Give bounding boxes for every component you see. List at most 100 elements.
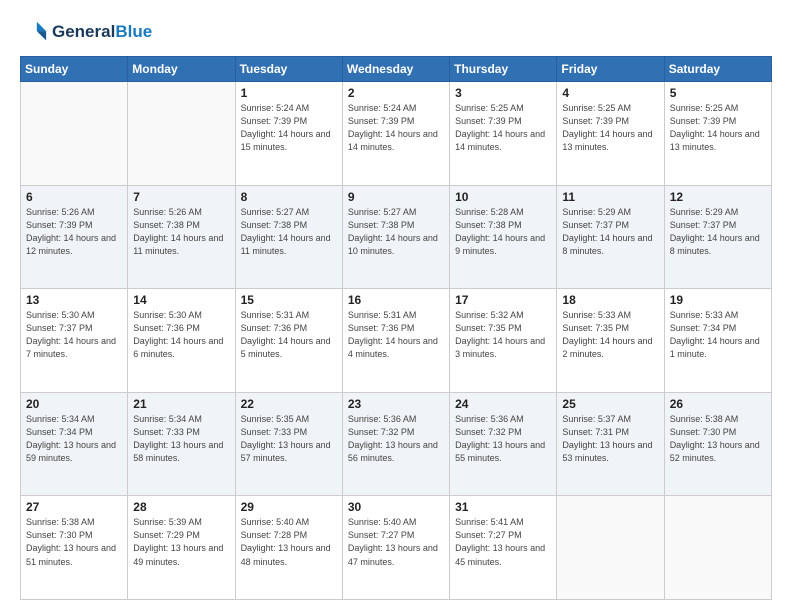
calendar-week-row: 20Sunrise: 5:34 AM Sunset: 7:34 PM Dayli…: [21, 392, 772, 496]
day-number: 9: [348, 190, 445, 204]
day-number: 4: [562, 86, 659, 100]
calendar-cell: 23Sunrise: 5:36 AM Sunset: 7:32 PM Dayli…: [342, 392, 449, 496]
page: GeneralBlue SundayMondayTuesdayWednesday…: [0, 0, 792, 612]
day-info: Sunrise: 5:25 AM Sunset: 7:39 PM Dayligh…: [562, 102, 659, 154]
calendar-cell: 11Sunrise: 5:29 AM Sunset: 7:37 PM Dayli…: [557, 185, 664, 289]
day-number: 8: [241, 190, 338, 204]
logo: GeneralBlue: [20, 18, 152, 46]
calendar-cell: 13 Sunrise: 5:30 AM Sunset: 7:37 PM Dayli…: [21, 289, 128, 393]
calendar-header-tuesday: Tuesday: [235, 57, 342, 82]
calendar-cell: 31Sunrise: 5:41 AM Sunset: 7:27 PM Dayli…: [450, 496, 557, 600]
day-info: Sunrise: 5:31 AM Sunset: 7:36 PM Dayligh…: [348, 309, 445, 361]
day-number: 2: [348, 86, 445, 100]
day-number: 17: [455, 293, 552, 307]
calendar-cell: 25Sunrise: 5:37 AM Sunset: 7:31 PM Dayli…: [557, 392, 664, 496]
calendar-cell: [21, 82, 128, 186]
day-number: 21: [133, 397, 230, 411]
calendar-cell: 5 Sunrise: 5:25 AM Sunset: 7:39 PM Daylig…: [664, 82, 771, 186]
day-info: Sunrise: 5:36 AM Sunset: 7:32 PM Dayligh…: [455, 413, 552, 465]
calendar-cell: 19 Sunrise: 5:33 AM Sunset: 7:34 PM Dayli…: [664, 289, 771, 393]
day-info: Sunrise: 5:29 AM Sunset: 7:37 PM Dayligh…: [670, 206, 767, 258]
day-info: Sunrise: 5:38 AM Sunset: 7:30 PM Dayligh…: [670, 413, 767, 465]
calendar-cell: 29 Sunrise: 5:40 AM Sunset: 7:28 PM Dayli…: [235, 496, 342, 600]
day-number: 11: [562, 190, 659, 204]
calendar-cell: 12 Sunrise: 5:29 AM Sunset: 7:37 PM Dayli…: [664, 185, 771, 289]
day-info: Sunrise: 5:33 AM Sunset: 7:35 PM Dayligh…: [562, 309, 659, 361]
day-number: 27: [26, 500, 123, 514]
day-info: Sunrise: 5:27 AM Sunset: 7:38 PM Dayligh…: [348, 206, 445, 258]
day-number: 14: [133, 293, 230, 307]
day-number: 10: [455, 190, 552, 204]
day-number: 18: [562, 293, 659, 307]
day-info: Sunrise: 5:30 AM Sunset: 7:37 PM Dayligh…: [26, 309, 123, 361]
day-number: 23: [348, 397, 445, 411]
calendar-cell: [128, 82, 235, 186]
day-number: 30: [348, 500, 445, 514]
calendar-cell: 26 Sunrise: 5:38 AM Sunset: 7:30 PM Dayli…: [664, 392, 771, 496]
day-number: 7: [133, 190, 230, 204]
day-info: Sunrise: 5:25 AM Sunset: 7:39 PM Dayligh…: [455, 102, 552, 154]
day-number: 20: [26, 397, 123, 411]
day-number: 24: [455, 397, 552, 411]
day-number: 15: [241, 293, 338, 307]
calendar-cell: 2Sunrise: 5:24 AM Sunset: 7:39 PM Daylig…: [342, 82, 449, 186]
calendar-header-wednesday: Wednesday: [342, 57, 449, 82]
day-info: Sunrise: 5:30 AM Sunset: 7:36 PM Dayligh…: [133, 309, 230, 361]
day-number: 26: [670, 397, 767, 411]
day-number: 12: [670, 190, 767, 204]
calendar-cell: 15 Sunrise: 5:31 AM Sunset: 7:36 PM Dayli…: [235, 289, 342, 393]
calendar-cell: 22 Sunrise: 5:35 AM Sunset: 7:33 PM Dayli…: [235, 392, 342, 496]
calendar-cell: 3 Sunrise: 5:25 AM Sunset: 7:39 PM Daylig…: [450, 82, 557, 186]
day-number: 31: [455, 500, 552, 514]
calendar-cell: 8 Sunrise: 5:27 AM Sunset: 7:38 PM Daylig…: [235, 185, 342, 289]
calendar-table: SundayMondayTuesdayWednesdayThursdayFrid…: [20, 56, 772, 600]
calendar-cell: 24 Sunrise: 5:36 AM Sunset: 7:32 PM Dayli…: [450, 392, 557, 496]
calendar-cell: 17Sunrise: 5:32 AM Sunset: 7:35 PM Dayli…: [450, 289, 557, 393]
calendar-week-row: 6Sunrise: 5:26 AM Sunset: 7:39 PM Daylig…: [21, 185, 772, 289]
calendar-header-monday: Monday: [128, 57, 235, 82]
day-number: 13: [26, 293, 123, 307]
day-number: 6: [26, 190, 123, 204]
day-info: Sunrise: 5:26 AM Sunset: 7:38 PM Dayligh…: [133, 206, 230, 258]
calendar-cell: [557, 496, 664, 600]
day-info: Sunrise: 5:34 AM Sunset: 7:33 PM Dayligh…: [133, 413, 230, 465]
day-number: 5: [670, 86, 767, 100]
day-number: 3: [455, 86, 552, 100]
calendar-cell: 1Sunrise: 5:24 AM Sunset: 7:39 PM Daylig…: [235, 82, 342, 186]
day-number: 16: [348, 293, 445, 307]
logo-icon: [20, 18, 48, 46]
day-number: 22: [241, 397, 338, 411]
calendar-header-saturday: Saturday: [664, 57, 771, 82]
day-info: Sunrise: 5:31 AM Sunset: 7:36 PM Dayligh…: [241, 309, 338, 361]
day-info: Sunrise: 5:28 AM Sunset: 7:38 PM Dayligh…: [455, 206, 552, 258]
day-info: Sunrise: 5:33 AM Sunset: 7:34 PM Dayligh…: [670, 309, 767, 361]
calendar-cell: 4 Sunrise: 5:25 AM Sunset: 7:39 PM Daylig…: [557, 82, 664, 186]
day-info: Sunrise: 5:40 AM Sunset: 7:27 PM Dayligh…: [348, 516, 445, 568]
calendar-header-friday: Friday: [557, 57, 664, 82]
calendar-cell: 30 Sunrise: 5:40 AM Sunset: 7:27 PM Dayli…: [342, 496, 449, 600]
calendar-cell: 28Sunrise: 5:39 AM Sunset: 7:29 PM Dayli…: [128, 496, 235, 600]
calendar-week-row: 13 Sunrise: 5:30 AM Sunset: 7:37 PM Dayli…: [21, 289, 772, 393]
day-info: Sunrise: 5:39 AM Sunset: 7:29 PM Dayligh…: [133, 516, 230, 568]
calendar-cell: 9 Sunrise: 5:27 AM Sunset: 7:38 PM Daylig…: [342, 185, 449, 289]
calendar-cell: 10 Sunrise: 5:28 AM Sunset: 7:38 PM Dayli…: [450, 185, 557, 289]
calendar-week-row: 27 Sunrise: 5:38 AM Sunset: 7:30 PM Dayli…: [21, 496, 772, 600]
day-info: Sunrise: 5:25 AM Sunset: 7:39 PM Dayligh…: [670, 102, 767, 154]
day-info: Sunrise: 5:27 AM Sunset: 7:38 PM Dayligh…: [241, 206, 338, 258]
day-info: Sunrise: 5:37 AM Sunset: 7:31 PM Dayligh…: [562, 413, 659, 465]
calendar-cell: 18 Sunrise: 5:33 AM Sunset: 7:35 PM Dayli…: [557, 289, 664, 393]
calendar-header-sunday: Sunday: [21, 57, 128, 82]
header: GeneralBlue: [20, 18, 772, 46]
calendar-cell: 16 Sunrise: 5:31 AM Sunset: 7:36 PM Dayli…: [342, 289, 449, 393]
calendar-cell: 21 Sunrise: 5:34 AM Sunset: 7:33 PM Dayli…: [128, 392, 235, 496]
calendar-cell: 14 Sunrise: 5:30 AM Sunset: 7:36 PM Dayli…: [128, 289, 235, 393]
calendar-cell: 7 Sunrise: 5:26 AM Sunset: 7:38 PM Daylig…: [128, 185, 235, 289]
day-number: 29: [241, 500, 338, 514]
day-info: Sunrise: 5:38 AM Sunset: 7:30 PM Dayligh…: [26, 516, 123, 568]
calendar-cell: 20Sunrise: 5:34 AM Sunset: 7:34 PM Dayli…: [21, 392, 128, 496]
day-info: Sunrise: 5:35 AM Sunset: 7:33 PM Dayligh…: [241, 413, 338, 465]
day-number: 19: [670, 293, 767, 307]
calendar-cell: [664, 496, 771, 600]
day-info: Sunrise: 5:40 AM Sunset: 7:28 PM Dayligh…: [241, 516, 338, 568]
calendar-header-row: SundayMondayTuesdayWednesdayThursdayFrid…: [21, 57, 772, 82]
